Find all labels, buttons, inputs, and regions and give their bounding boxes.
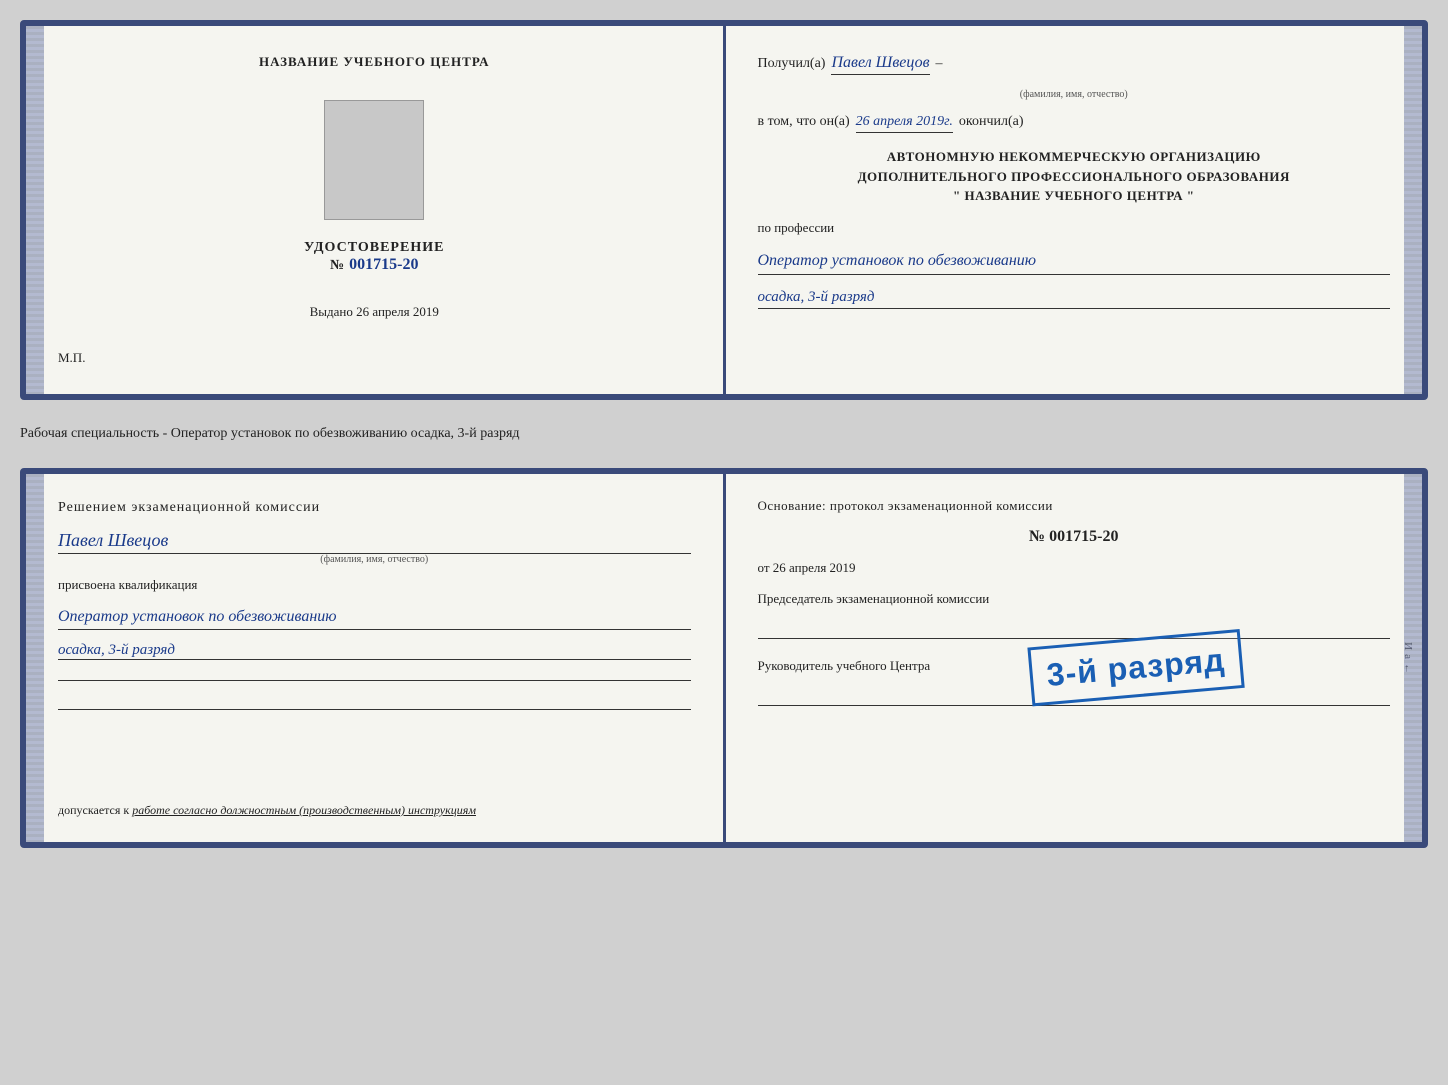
person-name: Павел Швецов <box>58 530 691 554</box>
letter-i: И <box>1402 642 1414 650</box>
in-that-date: 26 апреля 2019г. <box>856 114 953 133</box>
basis-date-prefix: от <box>758 560 770 575</box>
side-letters: И а ← <box>1402 642 1414 674</box>
decision-title: Решением экзаменационной комиссии <box>58 498 691 518</box>
qual-left-panel: Решением экзаменационной комиссии Павел … <box>26 474 726 842</box>
qual-right-panel: Основание: протокол экзаменационной коми… <box>726 474 1423 842</box>
head-signature-line <box>758 705 1391 706</box>
in-that-line: в том, что он(а) 26 апреля 2019г. окончи… <box>758 114 1391 133</box>
person-name-block: Павел Швецов (фамилия, имя, отчество) <box>58 530 691 565</box>
issued-prefix: Выдано <box>310 304 353 319</box>
basis-num-prefix: № <box>1029 528 1045 545</box>
finished-label: окончил(а) <box>959 114 1024 130</box>
certificate-document-2: Решением экзаменационной комиссии Павел … <box>20 468 1428 848</box>
separator-text: Рабочая специальность - Оператор установ… <box>20 418 1428 450</box>
received-name: Павел Швецов <box>831 54 929 75</box>
cert-number-value: 001715-20 <box>349 256 418 273</box>
basis-num: № 001715-20 <box>758 528 1391 546</box>
qual-rank: осадка, 3-й разряд <box>58 642 691 660</box>
qual-profession: Оператор установок по обезвоживанию <box>58 605 691 630</box>
training-center-title: НАЗВАНИЕ УЧЕБНОГО ЦЕНТРА <box>259 54 490 70</box>
profession-value2: осадка, 3-й разряд <box>758 289 1391 309</box>
profession-label: по профессии <box>758 220 1391 236</box>
dash: – <box>936 56 943 72</box>
photo-placeholder <box>324 100 424 220</box>
blank-line-2 <box>58 709 691 710</box>
org-line1: АВТОНОМНУЮ НЕКОММЕРЧЕСКУЮ ОРГАНИЗАЦИЮ <box>758 147 1391 167</box>
issued-date: 26 апреля 2019 <box>356 304 439 319</box>
name-sub: (фамилия, имя, отчество) <box>58 554 691 565</box>
basis-title: Основание: протокол экзаменационной коми… <box>758 498 1391 514</box>
certificate-document-1: НАЗВАНИЕ УЧЕБНОГО ЦЕНТРА УДОСТОВЕРЕНИЕ №… <box>20 20 1428 400</box>
letter-k: ← <box>1402 663 1414 674</box>
letter-a: а <box>1402 654 1414 659</box>
received-line: Получил(а) Павел Швецов – <box>758 54 1391 75</box>
allows-prefix: допускается к <box>58 803 129 817</box>
profession-value: Оператор установок по обезвоживанию <box>758 250 1391 275</box>
basis-date: от 26 апреля 2019 <box>758 560 1391 576</box>
cert-left-panel: НАЗВАНИЕ УЧЕБНОГО ЦЕНТРА УДОСТОВЕРЕНИЕ №… <box>26 26 726 394</box>
org-line3: " НАЗВАНИЕ УЧЕБНОГО ЦЕНТРА " <box>758 186 1391 206</box>
cert-number-block: УДОСТОВЕРЕНИЕ № 001715-20 <box>304 240 444 274</box>
basis-date-value: 26 апреля 2019 <box>773 560 856 575</box>
received-prefix: Получил(а) <box>758 56 826 72</box>
in-that-prefix: в том, что он(а) <box>758 114 850 130</box>
fio-label: (фамилия, имя, отчество) <box>758 89 1391 100</box>
allows-value: работе согласно должностным (производств… <box>132 803 476 817</box>
cert-issued-line: Выдано 26 апреля 2019 <box>310 304 439 320</box>
cert-right-panel: Получил(а) Павел Швецов – (фамилия, имя,… <box>726 26 1423 394</box>
allows-label: допускается к работе согласно должностны… <box>58 803 691 818</box>
cert-type-label: УДОСТОВЕРЕНИЕ <box>304 240 444 256</box>
org-block: АВТОНОМНУЮ НЕКОММЕРЧЕСКУЮ ОРГАНИЗАЦИЮ ДО… <box>758 147 1391 206</box>
mp-label: М.П. <box>58 350 85 366</box>
blank-line-1 <box>58 680 691 681</box>
page-container: НАЗВАНИЕ УЧЕБНОГО ЦЕНТРА УДОСТОВЕРЕНИЕ №… <box>20 20 1428 848</box>
cert-number-prefix: № <box>330 258 345 273</box>
chairman-signature-line <box>758 638 1391 639</box>
stamp: 3-й разряд <box>1027 629 1244 706</box>
basis-num-value: 001715-20 <box>1049 528 1118 545</box>
org-line2: ДОПОЛНИТЕЛЬНОГО ПРОФЕССИОНАЛЬНОГО ОБРАЗО… <box>758 167 1391 187</box>
assigned-label: присвоена квалификация <box>58 577 691 593</box>
chairman-label: Председатель экзаменационной комиссии <box>758 590 1391 608</box>
